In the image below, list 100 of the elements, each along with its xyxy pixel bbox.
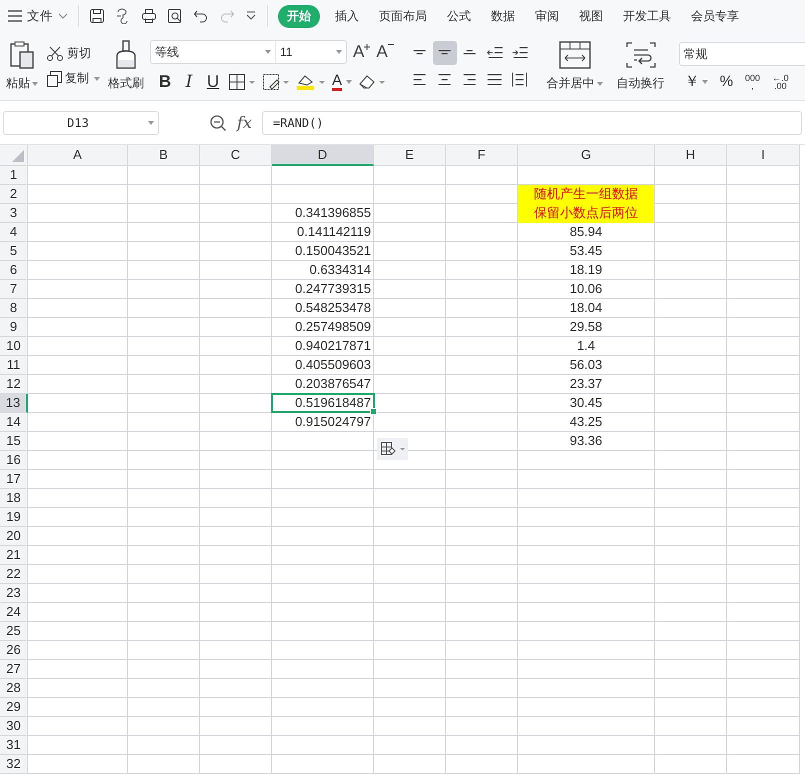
- row-header[interactable]: 8: [0, 299, 28, 318]
- paste-options-button[interactable]: [377, 438, 408, 460]
- shrink-font-button[interactable]: A: [376, 42, 394, 62]
- row-header[interactable]: 24: [0, 603, 28, 622]
- number-format-button[interactable]: %: [720, 74, 734, 90]
- align-icon: [512, 72, 528, 88]
- row-header[interactable]: 29: [0, 698, 28, 717]
- row-header[interactable]: 27: [0, 660, 28, 679]
- row-header[interactable]: 4: [0, 223, 28, 242]
- row-header[interactable]: 13: [0, 394, 28, 413]
- align-icon: [463, 50, 476, 55]
- underline-button[interactable]: U: [204, 72, 222, 92]
- row-header[interactable]: 3: [0, 204, 28, 223]
- function-label[interactable]: fx: [237, 113, 252, 132]
- copy-button[interactable]: 复制: [46, 70, 100, 87]
- row-header[interactable]: 14: [0, 413, 28, 432]
- column-header[interactable]: I: [727, 145, 800, 166]
- row-header[interactable]: 25: [0, 622, 28, 641]
- column-header[interactable]: E: [374, 145, 446, 166]
- table-cell-text: 56.03: [568, 356, 604, 374]
- undo-icon[interactable]: [193, 8, 209, 24]
- wrap-text-button[interactable]: 自动换行: [616, 75, 665, 92]
- grow-font-button[interactable]: A: [353, 42, 370, 62]
- table-cell-text: 30.45: [568, 394, 604, 412]
- caret-icon: [32, 82, 38, 86]
- row-header[interactable]: 9: [0, 318, 28, 337]
- print-preview-icon[interactable]: [167, 8, 183, 24]
- row-header[interactable]: 15: [0, 432, 28, 451]
- brush-icon[interactable]: [114, 40, 138, 70]
- ribbon-tab[interactable]: 插入: [330, 4, 364, 28]
- row-header[interactable]: 10: [0, 337, 28, 356]
- column-header[interactable]: C: [200, 145, 272, 166]
- paste-button[interactable]: 粘贴: [6, 75, 38, 92]
- merge-center-button[interactable]: 合并居中: [546, 75, 603, 92]
- save-icon[interactable]: [89, 8, 105, 24]
- cut-button[interactable]: 剪切: [46, 45, 100, 62]
- table-cell-text: 0.405509603: [294, 356, 372, 374]
- ribbon-tab[interactable]: 开发工具: [618, 4, 676, 28]
- ribbon-tab[interactable]: 视图: [574, 4, 608, 28]
- wrap-text-icon[interactable]: [624, 40, 658, 70]
- column-header[interactable]: F: [446, 145, 518, 166]
- corner-triangle-icon: [12, 150, 24, 162]
- row-header[interactable]: 21: [0, 546, 28, 565]
- row-header[interactable]: 2: [0, 185, 28, 204]
- number-format-button[interactable]: 000 ,: [745, 74, 760, 90]
- fill-color-icon[interactable]: [296, 73, 326, 91]
- borders-icon[interactable]: [228, 73, 256, 91]
- ribbon-tab[interactable]: 会员专享: [686, 4, 744, 28]
- row-header[interactable]: 18: [0, 489, 28, 508]
- align-icon: [463, 74, 476, 86]
- column-header[interactable]: D: [272, 145, 374, 166]
- align-button[interactable]: [432, 40, 457, 64]
- row-header[interactable]: 5: [0, 242, 28, 261]
- table-cell-text: 23.37: [568, 375, 604, 393]
- row-header[interactable]: 17: [0, 470, 28, 489]
- number-format-button[interactable]: ￥: [684, 74, 708, 90]
- dropdown-icon[interactable]: [245, 11, 257, 21]
- format-painter-button[interactable]: 格式刷: [108, 75, 144, 92]
- row-header[interactable]: 31: [0, 736, 28, 755]
- table-cell-text: 85.94: [568, 223, 604, 241]
- row-header[interactable]: 26: [0, 641, 28, 660]
- formula-field[interactable]: =RAND(): [262, 110, 802, 134]
- row-header[interactable]: 32: [0, 755, 28, 774]
- column-header[interactable]: B: [128, 145, 200, 166]
- row-header[interactable]: 7: [0, 280, 28, 299]
- ribbon-tab[interactable]: 数据: [486, 4, 520, 28]
- paste-options-icon: [380, 441, 406, 457]
- cell-style-icon[interactable]: [262, 73, 290, 91]
- bold-button[interactable]: B: [156, 72, 174, 92]
- font-color-button[interactable]: A: [332, 73, 352, 91]
- row-header[interactable]: 28: [0, 679, 28, 698]
- column-header[interactable]: H: [655, 145, 727, 166]
- file-menu[interactable]: 文件: [8, 8, 68, 24]
- number-format-field[interactable]: 常规: [678, 42, 805, 66]
- ribbon-tab[interactable]: 公式: [442, 4, 476, 28]
- zoom-icon[interactable]: [209, 114, 227, 132]
- italic-button[interactable]: I: [180, 72, 198, 92]
- menu-icon: [8, 10, 22, 22]
- row-header[interactable]: 20: [0, 527, 28, 546]
- row-header[interactable]: 12: [0, 375, 28, 394]
- paste-icon[interactable]: [9, 40, 35, 70]
- align-icon: [486, 46, 503, 58]
- column-header[interactable]: G: [518, 145, 655, 166]
- ribbon-tab[interactable]: 页面布局: [374, 4, 432, 28]
- row-header[interactable]: 22: [0, 565, 28, 584]
- row-header[interactable]: 1: [0, 166, 28, 185]
- row-header[interactable]: 30: [0, 717, 28, 736]
- eraser-icon[interactable]: [358, 73, 386, 91]
- row-header[interactable]: 23: [0, 584, 28, 603]
- table-cell-text: 0.247739315: [294, 280, 372, 298]
- column-header[interactable]: A: [28, 145, 128, 166]
- merge-cells-icon[interactable]: [558, 40, 592, 70]
- row-header[interactable]: 16: [0, 451, 28, 470]
- ribbon-tab[interactable]: 审阅: [530, 4, 564, 28]
- print-icon[interactable]: [141, 8, 157, 24]
- number-format-button[interactable]: ←.0 .00: [772, 74, 789, 90]
- row-header[interactable]: 6: [0, 261, 28, 280]
- row-header[interactable]: 11: [0, 356, 28, 375]
- row-header[interactable]: 19: [0, 508, 28, 527]
- name-box[interactable]: D13: [3, 110, 159, 134]
